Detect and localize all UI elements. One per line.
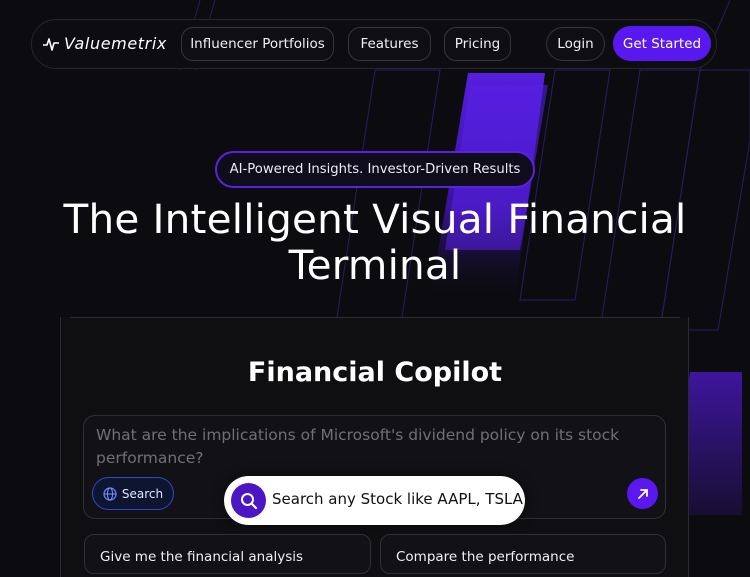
send-button[interactable] — [627, 478, 658, 509]
top-navbar: Valuemetrix Influencer Portfolios Featur… — [31, 19, 717, 69]
stock-search-icon-button[interactable] — [231, 483, 266, 518]
brand-name: Valuemetrix — [64, 34, 167, 53]
web-search-button[interactable]: Search — [92, 477, 174, 510]
brand-logo[interactable]: Valuemetrix — [42, 34, 167, 53]
get-started-button[interactable]: Get Started — [613, 26, 711, 61]
web-search-label: Search — [121, 486, 164, 501]
suggestion-card-compare-performance[interactable]: Compare the performance — [380, 534, 666, 574]
globe-icon — [103, 486, 117, 501]
hero-title-line2: Terminal — [288, 241, 462, 289]
nav-link-influencer-portfolios[interactable]: Influencer Portfolios — [181, 27, 334, 61]
login-button[interactable]: Login — [546, 27, 605, 61]
query-input[interactable]: What are the implications of Microsoft's… — [96, 424, 636, 470]
hero-title: The Intelligent Visual Financial Termina… — [0, 196, 750, 288]
stock-search-bar[interactable]: Search any Stock like AAPL, TSLA — [224, 476, 525, 525]
suggestion-card-financial-analysis[interactable]: Give me the financial analysis — [84, 534, 371, 574]
search-icon — [240, 492, 257, 509]
stock-search-placeholder[interactable]: Search any Stock like AAPL, TSLA — [272, 490, 523, 508]
hero-title-line1: The Intelligent Visual Financial — [63, 195, 687, 243]
nav-link-pricing[interactable]: Pricing — [444, 27, 511, 61]
copilot-title: Financial Copilot — [247, 357, 503, 388]
pulse-icon — [43, 37, 59, 51]
nav-link-features[interactable]: Features — [348, 27, 431, 61]
panel-divider — [70, 317, 680, 318]
arrow-up-right-icon — [637, 488, 648, 499]
hero-badge: AI-Powered Insights. Investor-Driven Res… — [215, 151, 535, 188]
